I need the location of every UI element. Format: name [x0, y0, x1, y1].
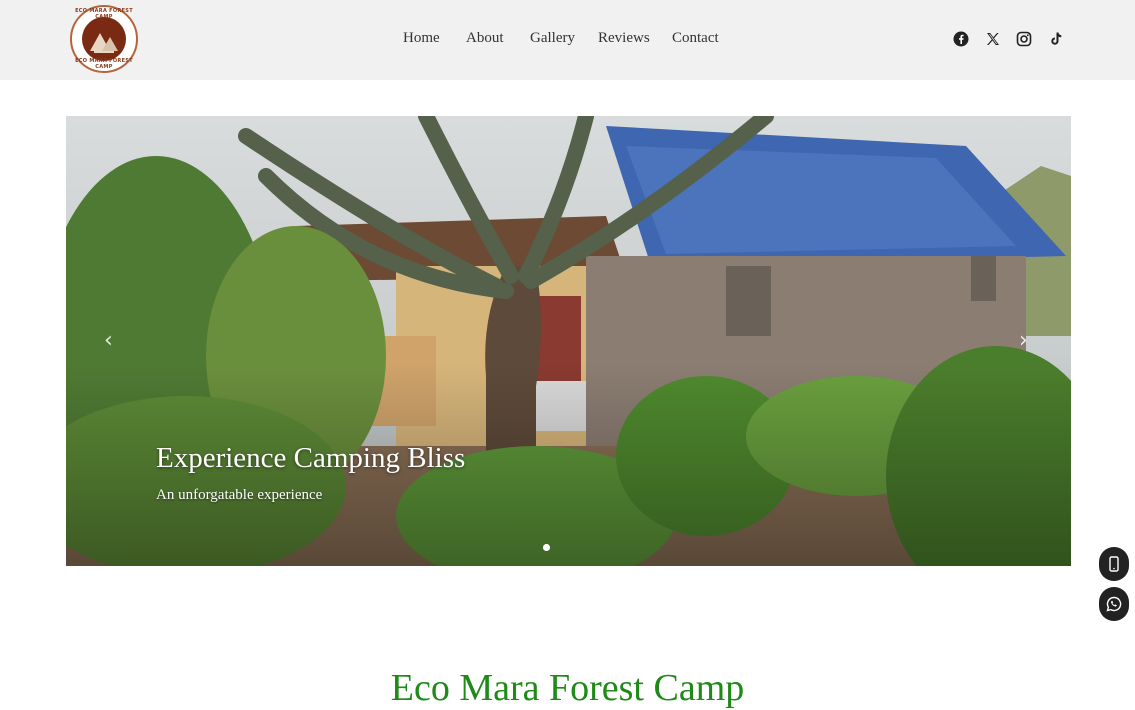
instagram-icon[interactable]: [1016, 31, 1032, 47]
call-button[interactable]: [1099, 547, 1129, 581]
nav-home[interactable]: Home: [403, 30, 440, 47]
hero-title: Experience Camping Bliss: [156, 442, 466, 474]
logo-text-bottom: ECO MARA FOREST CAMP: [75, 58, 133, 70]
nav-reviews[interactable]: Reviews: [598, 30, 650, 47]
hero-carousel[interactable]: ‹ › Experience Camping Bliss An unforgat…: [66, 116, 1071, 566]
whatsapp-icon: [1106, 596, 1122, 612]
section-title: Eco Mara Forest Camp: [390, 667, 745, 709]
top-navbar: ECO MARA FOREST CAMP ECO MARA FOREST CAM…: [0, 0, 1135, 80]
hero-subtitle: An unforgatable experience: [156, 487, 323, 503]
nav-contact[interactable]: Contact: [672, 30, 719, 47]
phone-icon: [1109, 556, 1119, 572]
carousel-indicators-visible: [543, 544, 593, 552]
tiktok-icon[interactable]: [1048, 31, 1064, 47]
carousel-prev-arrow[interactable]: ‹: [104, 328, 113, 353]
nav-gallery[interactable]: Gallery: [530, 30, 575, 47]
carousel-next-arrow[interactable]: ›: [1019, 328, 1028, 353]
nav-about[interactable]: About: [466, 30, 504, 47]
x-icon[interactable]: [985, 31, 1001, 47]
whatsapp-button[interactable]: [1099, 587, 1129, 621]
carousel-dot-active[interactable]: [543, 544, 550, 551]
facebook-icon[interactable]: [953, 31, 969, 47]
